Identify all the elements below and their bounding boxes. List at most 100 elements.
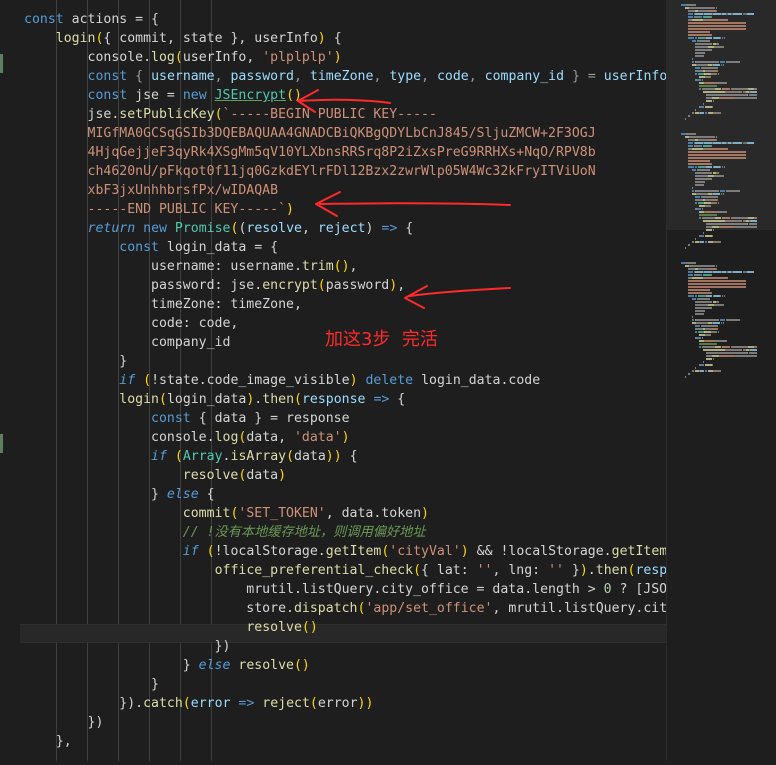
code-token: ) bbox=[341, 430, 350, 445]
minimap-token bbox=[716, 139, 717, 141]
minimap-token bbox=[720, 193, 723, 195]
minimap-token bbox=[721, 37, 724, 39]
code-line: username: username.trim(), bbox=[24, 257, 358, 276]
minimap-token bbox=[746, 13, 754, 15]
code-token: ( bbox=[143, 373, 152, 388]
minimap-token bbox=[697, 169, 710, 171]
minimap-token bbox=[695, 61, 718, 63]
code-token: } = bbox=[564, 69, 604, 84]
minimap-token bbox=[702, 145, 711, 147]
minimap-token bbox=[688, 115, 690, 117]
minimap-token bbox=[717, 328, 718, 330]
minimap-token bbox=[746, 142, 754, 144]
code-token: actions = { bbox=[63, 12, 159, 27]
code-token: } bbox=[24, 677, 159, 692]
minimap-slider[interactable] bbox=[667, 0, 776, 230]
minimap-token bbox=[695, 271, 703, 273]
code-token: resolve bbox=[182, 468, 239, 483]
code-line: } else { bbox=[24, 485, 215, 504]
code-token: 4HjqGejjeF3qyRk4XSgMm5qV10YLXbnsRRSrq8P2… bbox=[24, 145, 596, 160]
minimap-token bbox=[730, 217, 732, 219]
minimap-token bbox=[691, 316, 693, 318]
minimap-token bbox=[716, 136, 717, 138]
code-token: ( bbox=[182, 696, 191, 711]
minimap-token bbox=[690, 7, 715, 9]
minimap-token bbox=[691, 169, 697, 171]
code-token: 'data' bbox=[293, 430, 342, 445]
minimap[interactable] bbox=[666, 0, 776, 761]
code-token: mrutil.listQuery.city_office = data.leng… bbox=[24, 582, 604, 597]
code-token: ( bbox=[286, 449, 295, 464]
code-editor[interactable]: const actions = { login({ commit, state … bbox=[0, 0, 666, 761]
code-token: , bbox=[349, 259, 358, 274]
code-token: , bbox=[294, 69, 310, 84]
minimap-token bbox=[719, 97, 735, 99]
minimap-token bbox=[688, 295, 694, 297]
minimap-token bbox=[723, 304, 725, 306]
minimap-token bbox=[705, 241, 708, 243]
minimap-token bbox=[688, 16, 693, 18]
minimap-token bbox=[720, 322, 723, 324]
code-token: 'plplplp' bbox=[262, 50, 334, 65]
code-token: }) bbox=[24, 639, 231, 654]
minimap-token bbox=[688, 283, 746, 285]
code-token: then bbox=[595, 563, 628, 578]
minimap-token bbox=[726, 190, 740, 192]
minimap-token bbox=[754, 346, 757, 348]
minimap-token bbox=[719, 355, 735, 357]
code-token: ( bbox=[174, 449, 183, 464]
minimap-token bbox=[710, 163, 712, 165]
code-token: error bbox=[190, 696, 231, 711]
code-token: { bbox=[341, 449, 358, 464]
code-token: ) bbox=[317, 31, 326, 46]
code-token: && !localStorage. bbox=[468, 544, 612, 559]
code-token: { commit, state }, userInfo bbox=[103, 31, 318, 46]
minimap-token bbox=[684, 118, 687, 120]
code-line: const { username, password, timeZone, ty… bbox=[24, 67, 666, 86]
code-token: , bbox=[421, 69, 437, 84]
code-token: Array bbox=[182, 449, 223, 464]
code-line: password: jse.encrypt(password), bbox=[24, 276, 405, 295]
minimap-token bbox=[754, 88, 757, 90]
minimap-token bbox=[711, 235, 714, 237]
minimap-token bbox=[714, 265, 716, 267]
minimap-token bbox=[750, 349, 757, 351]
minimap-token bbox=[702, 274, 711, 276]
code-token: if bbox=[182, 544, 199, 559]
code-token: ( bbox=[214, 107, 223, 122]
minimap-token bbox=[709, 334, 711, 336]
code-line: }, bbox=[24, 732, 72, 751]
minimap-token bbox=[695, 328, 703, 330]
code-token: ( bbox=[413, 563, 422, 578]
code-token: ) bbox=[349, 373, 358, 388]
minimap-token bbox=[694, 295, 698, 297]
code-token: const bbox=[151, 411, 191, 426]
code-line: -----END PUBLIC KEY-----`) bbox=[24, 200, 294, 219]
minimap-token bbox=[715, 304, 723, 306]
minimap-token bbox=[709, 205, 711, 207]
minimap-token bbox=[688, 286, 746, 288]
code-token: ( bbox=[206, 544, 215, 559]
minimap-token bbox=[711, 364, 714, 366]
code-token: jse = bbox=[127, 88, 183, 103]
code-token: new bbox=[143, 221, 167, 236]
code-token: () bbox=[293, 658, 310, 673]
code-token: { bbox=[198, 487, 215, 502]
code-token: 0 bbox=[603, 582, 612, 597]
minimap-token bbox=[703, 19, 728, 21]
minimap-token bbox=[697, 322, 707, 324]
code-line: } else resolve() bbox=[24, 656, 310, 675]
code-token: 'cityVal' bbox=[389, 544, 461, 559]
minimap-token bbox=[695, 142, 703, 144]
code-line: }) bbox=[24, 713, 104, 732]
minimap-token bbox=[717, 331, 719, 333]
minimap-token bbox=[691, 319, 694, 321]
code-token: } bbox=[24, 658, 199, 673]
code-line: } bbox=[24, 675, 159, 694]
code-token: Promise bbox=[174, 221, 231, 236]
code-token: getItem bbox=[325, 544, 382, 559]
